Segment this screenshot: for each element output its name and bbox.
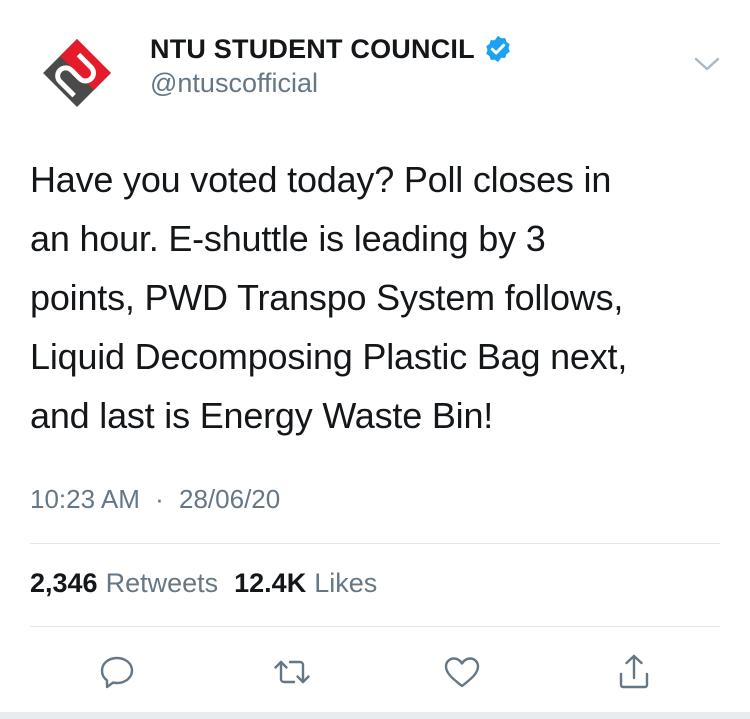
tweet-text-line: Have you voted today? Poll closes in bbox=[30, 159, 612, 200]
chevron-down-icon[interactable] bbox=[690, 50, 724, 78]
user-handle[interactable]: @ntuscofficial bbox=[150, 68, 318, 99]
retweets-count[interactable]: 2,346 bbox=[30, 568, 98, 599]
likes-label[interactable]: Likes bbox=[314, 568, 377, 599]
bottom-separator bbox=[0, 712, 750, 719]
tweet-text-line: Liquid Decomposing Plastic Bag next, bbox=[30, 336, 628, 377]
retweet-button[interactable] bbox=[270, 650, 314, 694]
action-bar bbox=[0, 650, 750, 694]
tweet-text-line: and last is Energy Waste Bin! bbox=[30, 395, 494, 436]
divider bbox=[30, 543, 720, 544]
share-button[interactable] bbox=[612, 650, 656, 694]
display-name-row: NTU STUDENT COUNCIL bbox=[150, 30, 513, 68]
share-icon bbox=[619, 654, 649, 689]
like-button[interactable] bbox=[440, 650, 484, 694]
tweet-time: 10:23 AM bbox=[30, 484, 140, 514]
tweet-date: 28/06/20 bbox=[179, 484, 281, 514]
timestamp-separator: · bbox=[155, 484, 164, 514]
avatar[interactable] bbox=[34, 30, 120, 116]
retweet-icon bbox=[274, 660, 310, 684]
tweet-card: NTU STUDENT COUNCIL @ntuscofficial Have … bbox=[0, 0, 750, 712]
likes-count[interactable]: 12.4K bbox=[234, 568, 306, 599]
tweet-text-line: an hour. E-shuttle is leading by 3 bbox=[30, 218, 546, 259]
ntu-logo-icon bbox=[43, 39, 111, 107]
reply-button[interactable] bbox=[95, 650, 139, 694]
heart-icon bbox=[444, 657, 480, 688]
tweet-text-line: points, PWD Transpo System follows, bbox=[30, 277, 624, 318]
retweets-label[interactable]: Retweets bbox=[106, 568, 219, 599]
timestamp[interactable]: 10:23 AM · 28/06/20 bbox=[30, 484, 280, 515]
reply-icon bbox=[100, 656, 134, 689]
divider bbox=[30, 626, 720, 627]
tweet-text: Have you voted today? Poll closes in an … bbox=[30, 150, 720, 445]
display-name[interactable]: NTU STUDENT COUNCIL bbox=[150, 34, 475, 65]
verified-badge-icon bbox=[483, 34, 513, 64]
tweet-stats: 2,346 Retweets 12.4K Likes bbox=[30, 568, 393, 599]
